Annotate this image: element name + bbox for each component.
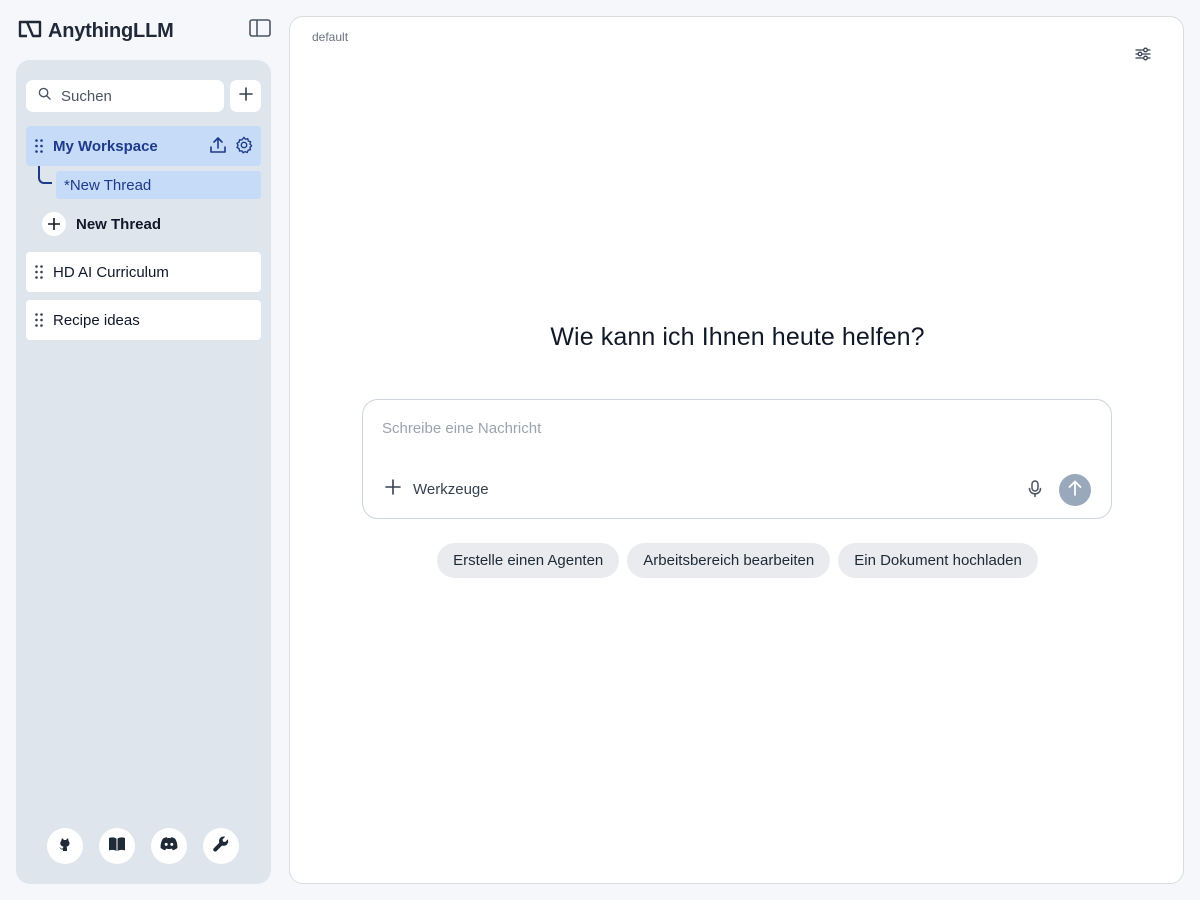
workspace-item-my-workspace[interactable]: My Workspace (26, 126, 261, 166)
search-icon (38, 87, 51, 105)
message-composer: Werkzeuge (362, 399, 1112, 519)
chat-panel: default Wie kann ich Ihnen heute helfen? (289, 16, 1184, 884)
tools-button[interactable]: Werkzeuge (385, 479, 489, 499)
tools-label: Werkzeuge (413, 480, 489, 498)
plus-icon (385, 479, 401, 499)
app-name: AnythingLLM (48, 19, 174, 42)
workspace-item-recipe-ideas[interactable]: Recipe ideas (26, 300, 261, 340)
message-input[interactable] (382, 420, 1082, 450)
gear-icon[interactable] (235, 136, 253, 158)
new-thread-button[interactable]: New Thread (42, 212, 161, 236)
discord-icon (159, 836, 179, 857)
search-row (26, 80, 261, 112)
new-thread-label: New Thread (76, 215, 162, 233)
workspace-actions (209, 136, 253, 158)
workspace-label: Recipe ideas (53, 311, 140, 329)
upload-icon[interactable] (209, 136, 227, 158)
thread-label: *New Thread (64, 176, 152, 194)
app-logo: AnythingLLM (18, 18, 174, 44)
docs-button[interactable] (99, 828, 135, 864)
send-button[interactable] (1059, 474, 1091, 506)
plus-icon (238, 86, 253, 106)
thread-connector (38, 166, 52, 184)
model-label: default (312, 30, 349, 44)
app-root: AnythingLLM Suchen My Workspace *New Thr… (0, 0, 1200, 900)
sidebar: My Workspace *New Thread (16, 60, 271, 884)
book-icon (108, 836, 126, 857)
drag-handle-icon[interactable] (35, 313, 45, 327)
sidebar-toggle-button[interactable] (248, 18, 272, 42)
drag-handle-icon[interactable] (35, 139, 45, 153)
drag-handle-icon[interactable] (35, 265, 45, 279)
microphone-icon (1028, 479, 1042, 503)
thread-item-new-thread[interactable]: *New Thread (56, 171, 261, 199)
anything-logo-icon (18, 20, 42, 43)
plus-icon (42, 212, 66, 236)
chat-settings-button[interactable] (1135, 46, 1153, 64)
search-box[interactable] (26, 80, 224, 112)
sidebar-toggle-icon (249, 18, 271, 42)
github-icon (56, 835, 74, 858)
add-workspace-button[interactable] (230, 80, 261, 112)
workspace-label: My Workspace (53, 137, 158, 155)
suggestion-chips: Erstelle einen Agenten Arbeitsbereich be… (290, 543, 1185, 578)
discord-button[interactable] (151, 828, 187, 864)
sliders-icon (1135, 47, 1151, 66)
suggestion-create-agent[interactable]: Erstelle einen Agenten (437, 543, 620, 578)
workspace-label: HD AI Curriculum (53, 263, 169, 281)
greeting-heading: Wie kann ich Ihnen heute helfen? (550, 323, 925, 351)
suggestion-edit-workspace[interactable]: Arbeitsbereich bearbeiten (627, 543, 831, 578)
arrow-up-icon (1068, 480, 1082, 501)
sidebar-footer (47, 828, 239, 864)
workspace-item-hd-ai-curriculum[interactable]: HD AI Curriculum (26, 252, 261, 292)
voice-input-button[interactable] (1025, 479, 1045, 503)
search-input[interactable] (61, 87, 201, 105)
suggestion-upload-document[interactable]: Ein Dokument hochladen (838, 543, 1038, 578)
github-button[interactable] (47, 828, 83, 864)
settings-wrench-button[interactable] (203, 828, 239, 864)
wrench-icon (212, 835, 230, 858)
